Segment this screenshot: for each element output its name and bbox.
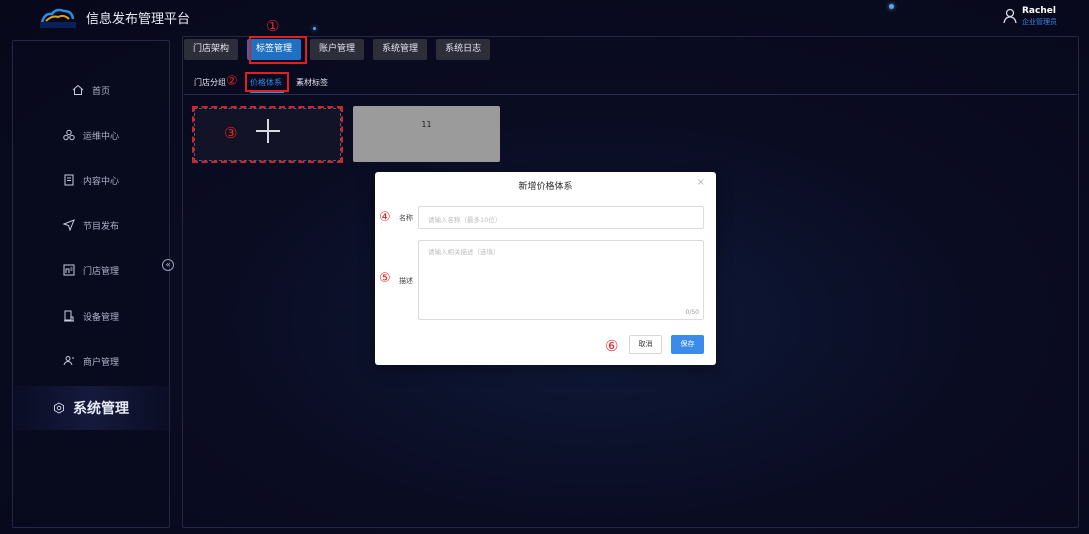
- annotation-number-6: ⑥: [605, 337, 619, 355]
- sidebar-item-label: 商户管理: [82, 357, 119, 368]
- sidebar: 首页 运维中心 内容中心 节目发布 门店管理 设备管理 商户管理 系统管理: [12, 40, 170, 528]
- name-input[interactable]: 请输入名称（最多10位）: [418, 206, 704, 229]
- sidebar-item-label: 系统管理: [73, 401, 129, 417]
- annotation-number-5: ⑤: [379, 271, 391, 286]
- sidebar-item-merchant[interactable]: 商户管理: [13, 346, 169, 376]
- price-card-label: 11: [421, 120, 432, 129]
- sidebar-item-publish[interactable]: 节目发布: [13, 210, 169, 240]
- decor-dot: [889, 4, 894, 9]
- tab-account-management[interactable]: 账户管理: [310, 39, 365, 60]
- sidebar-collapse-button[interactable]: «: [162, 259, 174, 271]
- sidebar-item-ops[interactable]: 运维中心: [13, 120, 169, 150]
- sidebar-item-home[interactable]: 首页: [13, 75, 169, 105]
- content-icon: [64, 174, 74, 186]
- sidebar-item-store[interactable]: 门店管理: [13, 255, 169, 285]
- device-icon: [63, 310, 74, 322]
- decor-dot: [313, 27, 316, 30]
- annotation-box-3: [192, 106, 343, 163]
- subtab-store-group[interactable]: 门店分组: [194, 77, 226, 88]
- sidebar-item-label: 运维中心: [82, 131, 119, 142]
- description-placeholder: 请输入相关描述（选填）: [428, 248, 500, 256]
- dialog-title: 新增价格体系: [518, 182, 573, 192]
- sidebar-item-label: 首页: [91, 86, 110, 97]
- sidebar-item-content[interactable]: 内容中心: [13, 165, 169, 195]
- home-icon: [72, 84, 84, 95]
- tab-store-structure[interactable]: 门店架构: [184, 39, 239, 60]
- sidebar-item-label: 节目发布: [82, 221, 119, 232]
- top-bar: 信息发布管理平台 Rachel 企业管理员: [0, 0, 1089, 36]
- tab-system-log[interactable]: 系统日志: [436, 39, 491, 60]
- annotation-box-1: [249, 36, 307, 64]
- save-button[interactable]: 保存: [671, 335, 704, 354]
- top-tabs: 门店架构 标签管理 账户管理 系统管理 系统日志: [184, 39, 499, 60]
- user-menu[interactable]: Rachel 企业管理员: [1002, 6, 1057, 27]
- name-label: 名称: [399, 214, 413, 222]
- user-role: 企业管理员: [1022, 18, 1057, 26]
- subtab-divider: [184, 94, 1077, 95]
- sidebar-item-device[interactable]: 设备管理: [13, 301, 169, 331]
- user-icon: [1003, 8, 1017, 24]
- sidebar-item-label: 内容中心: [82, 176, 119, 187]
- description-textarea[interactable]: 请输入相关描述（选填） 0/50: [418, 240, 704, 320]
- store-icon: [63, 264, 75, 276]
- tab-system-management[interactable]: 系统管理: [373, 39, 428, 60]
- add-price-system-dialog: 新增价格体系 × ④ 名称 请输入名称（最多10位） ⑤ 描述 请输入相关描述（…: [375, 172, 716, 365]
- merchant-icon: [63, 356, 74, 366]
- app-title: 信息发布管理平台: [86, 12, 191, 27]
- sidebar-item-label: 设备管理: [82, 312, 119, 323]
- annotation-number-2: ②: [226, 74, 238, 89]
- sidebar-item-label: 门店管理: [82, 266, 119, 277]
- system-icon: [54, 402, 64, 414]
- cancel-button[interactable]: 取消: [629, 335, 662, 354]
- ops-icon: [63, 129, 75, 141]
- char-counter: 0/50: [685, 309, 699, 316]
- annotation-number-1: ①: [266, 17, 280, 35]
- user-name: Rachel: [1022, 6, 1056, 16]
- send-icon: [62, 219, 75, 231]
- annotation-box-2: [245, 72, 289, 92]
- price-system-card[interactable]: 11: [353, 106, 500, 162]
- logo-icon: [40, 8, 76, 28]
- annotation-number-4: ④: [379, 210, 391, 225]
- subtab-material-tag[interactable]: 素材标签: [296, 77, 328, 88]
- sidebar-item-system[interactable]: 系统管理: [13, 386, 169, 430]
- description-label: 描述: [399, 277, 413, 285]
- annotation-number-3: ③: [224, 124, 238, 142]
- close-icon[interactable]: ×: [697, 177, 705, 188]
